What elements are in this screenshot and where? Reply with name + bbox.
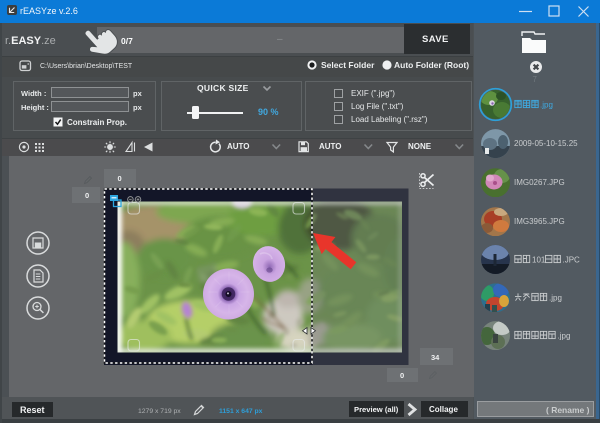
svg-text:.jpg: .jpg bbox=[558, 332, 571, 341]
svg-text:101: 101 bbox=[532, 256, 546, 265]
svg-text:.jpg: .jpg bbox=[549, 294, 562, 303]
svg-text:.jpg: .jpg bbox=[540, 101, 553, 110]
svg-text:.JPC: .JPC bbox=[563, 256, 581, 265]
